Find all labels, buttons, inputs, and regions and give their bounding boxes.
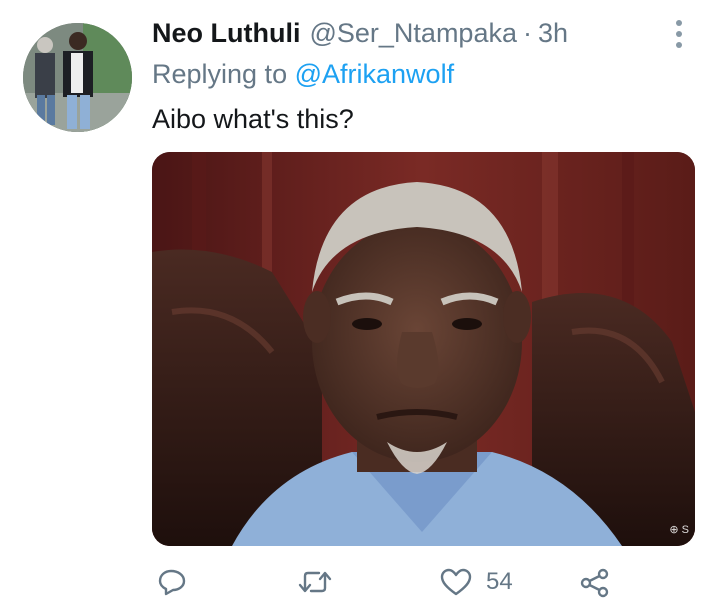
author-name[interactable]: Neo Luthuli — [152, 18, 300, 49]
image-watermark: ⊕ S — [669, 524, 689, 536]
heart-icon — [440, 568, 472, 596]
tweet[interactable]: Neo Luthuli @Ser_Ntampaka · 3h Replying … — [0, 0, 720, 606]
like-button[interactable]: 54 — [440, 568, 513, 596]
share-button[interactable] — [580, 568, 610, 598]
avatar[interactable] — [23, 23, 132, 132]
author-handle[interactable]: @Ser_Ntampaka — [309, 18, 517, 49]
retweet-icon — [298, 568, 332, 596]
replying-to-label: Replying to — [152, 59, 288, 89]
separator: · — [522, 18, 532, 48]
timestamp[interactable]: 3h — [538, 18, 568, 49]
more-options-icon[interactable] — [664, 18, 694, 50]
tweet-actions: 54 — [0, 562, 720, 606]
tweet-image[interactable]: ⊕ S — [152, 152, 695, 546]
reply-icon — [157, 568, 187, 596]
reply-context: Replying to @Afrikanwolf — [152, 59, 454, 90]
tweet-header: Neo Luthuli @Ser_Ntampaka · 3h — [152, 18, 568, 54]
share-icon — [580, 568, 610, 598]
reply-button[interactable] — [157, 568, 187, 596]
retweet-button[interactable] — [298, 568, 332, 596]
reply-to-mention[interactable]: @Afrikanwolf — [295, 59, 454, 89]
like-count: 54 — [486, 568, 513, 595]
tweet-text: Aibo what's this? — [152, 104, 354, 134]
